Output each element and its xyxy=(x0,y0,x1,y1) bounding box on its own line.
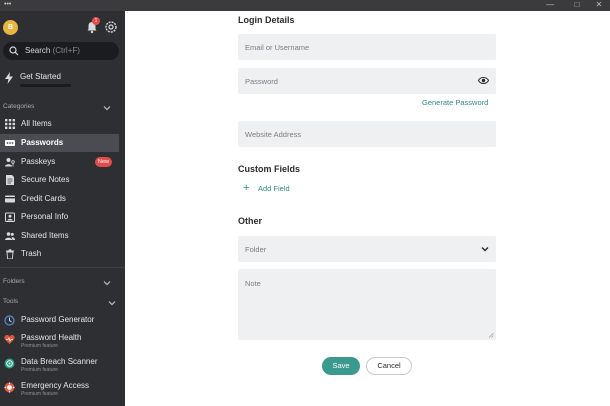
minimize-button[interactable]: — xyxy=(539,0,561,11)
id-card-icon xyxy=(5,212,15,222)
chevron-down-icon[interactable] xyxy=(103,279,111,287)
sidebar-item-label: Passkeys xyxy=(21,157,56,166)
website-field[interactable]: Website Address xyxy=(238,121,496,147)
sidebar-item-personal-info[interactable]: Personal Info xyxy=(0,208,119,226)
get-started[interactable]: Get Started xyxy=(0,69,125,91)
sidebar-item-label: Trash xyxy=(21,249,42,258)
credit-card-icon xyxy=(5,195,15,203)
sidebar-item-label: Personal Info xyxy=(21,212,69,221)
password-field[interactable]: Password xyxy=(238,68,496,94)
sidebar-item-passkeys[interactable]: Passkeys New xyxy=(0,153,119,171)
gear-icon[interactable] xyxy=(104,20,118,34)
emergency-icon xyxy=(4,382,15,393)
get-started-label: Get Started xyxy=(20,72,61,81)
lightning-icon xyxy=(5,72,13,84)
sidebar-item-all-items[interactable]: All Items xyxy=(0,115,119,133)
tool-label: Password Generator xyxy=(21,315,95,324)
note-icon xyxy=(6,175,14,185)
generate-password-link[interactable]: Generate Password xyxy=(422,98,488,107)
shared-icon xyxy=(5,232,15,240)
login-details-heading: Login Details xyxy=(238,15,295,25)
save-button[interactable]: Save xyxy=(322,357,360,375)
sidebar-item-secure-notes[interactable]: Secure Notes xyxy=(0,171,119,189)
new-badge: New xyxy=(95,157,113,167)
trash-icon xyxy=(6,249,14,259)
sidebar-item-passwords[interactable]: Passwords xyxy=(0,134,119,152)
email-field[interactable]: Email or Username xyxy=(238,34,496,60)
get-started-progress xyxy=(20,84,71,87)
plus-icon[interactable]: + xyxy=(243,183,249,194)
menu-dots-icon[interactable]: ••• xyxy=(4,1,11,9)
other-heading: Other xyxy=(238,216,263,226)
close-button[interactable]: ✕ xyxy=(588,0,610,11)
health-icon xyxy=(4,334,15,344)
password-placeholder: Password xyxy=(245,77,278,86)
sidebar: B 1 Search (Ctrl+F) Get Started Categori… xyxy=(0,11,125,406)
sidebar-item-shared-items[interactable]: Shared Items xyxy=(0,227,119,245)
sidebar-item-credit-cards[interactable]: Credit Cards xyxy=(0,190,119,208)
tools-label: Tools xyxy=(3,298,19,305)
categories-label: Categories xyxy=(3,103,35,110)
sidebar-item-label: Credit Cards xyxy=(21,194,66,203)
note-placeholder: Note xyxy=(245,279,261,288)
resize-handle-icon[interactable] xyxy=(488,332,494,338)
premium-note: Premium feature xyxy=(21,391,58,397)
sidebar-item-label: Shared Items xyxy=(21,231,69,240)
main-form: Login Details Email or Username Password… xyxy=(125,11,610,406)
cancel-button[interactable]: Cancel xyxy=(366,357,412,375)
divider xyxy=(0,267,125,268)
tool-label: Password Health xyxy=(21,333,82,342)
grid-icon xyxy=(5,119,15,129)
chevron-down-icon[interactable] xyxy=(103,104,111,112)
folders-label: Folders xyxy=(3,278,25,285)
custom-fields-heading: Custom Fields xyxy=(238,164,301,174)
password-icon xyxy=(5,140,15,146)
tool-data-breach-scanner[interactable]: Data Breach Scanner Premium feature xyxy=(0,355,125,377)
title-bar: ••• — □ ✕ xyxy=(0,0,610,11)
website-placeholder: Website Address xyxy=(245,130,302,139)
search-input[interactable]: Search (Ctrl+F) xyxy=(3,42,119,60)
sidebar-item-label: All Items xyxy=(21,119,52,128)
note-textarea[interactable]: Note xyxy=(238,269,496,340)
tool-label: Emergency Access xyxy=(21,381,90,390)
eye-icon[interactable] xyxy=(478,76,489,85)
search-placeholder: Search (Ctrl+F) xyxy=(25,46,80,55)
chevron-down-icon[interactable] xyxy=(108,299,116,307)
avatar[interactable]: B xyxy=(3,20,18,35)
premium-note: Premium feature xyxy=(21,367,58,373)
premium-note: Premium feature xyxy=(21,343,58,349)
maximize-button[interactable]: □ xyxy=(566,0,588,11)
notification-badge: 1 xyxy=(92,17,100,25)
folder-select[interactable]: Folder xyxy=(238,236,496,262)
scanner-icon xyxy=(4,358,15,369)
generator-icon xyxy=(4,315,15,326)
add-field-button[interactable]: Add Field xyxy=(258,184,290,193)
search-icon xyxy=(9,46,19,56)
sidebar-item-label: Secure Notes xyxy=(21,175,70,184)
chevron-down-icon xyxy=(481,247,489,252)
folder-placeholder: Folder xyxy=(245,245,267,254)
email-placeholder: Email or Username xyxy=(245,43,310,52)
sidebar-item-trash[interactable]: Trash xyxy=(0,245,119,263)
tool-label: Data Breach Scanner xyxy=(21,357,98,366)
passkey-icon xyxy=(5,158,15,167)
tool-password-health[interactable]: Password Health Premium feature xyxy=(0,331,125,353)
tool-emergency-access[interactable]: Emergency Access Premium feature xyxy=(0,379,125,401)
sidebar-item-label: Passwords xyxy=(21,138,64,147)
